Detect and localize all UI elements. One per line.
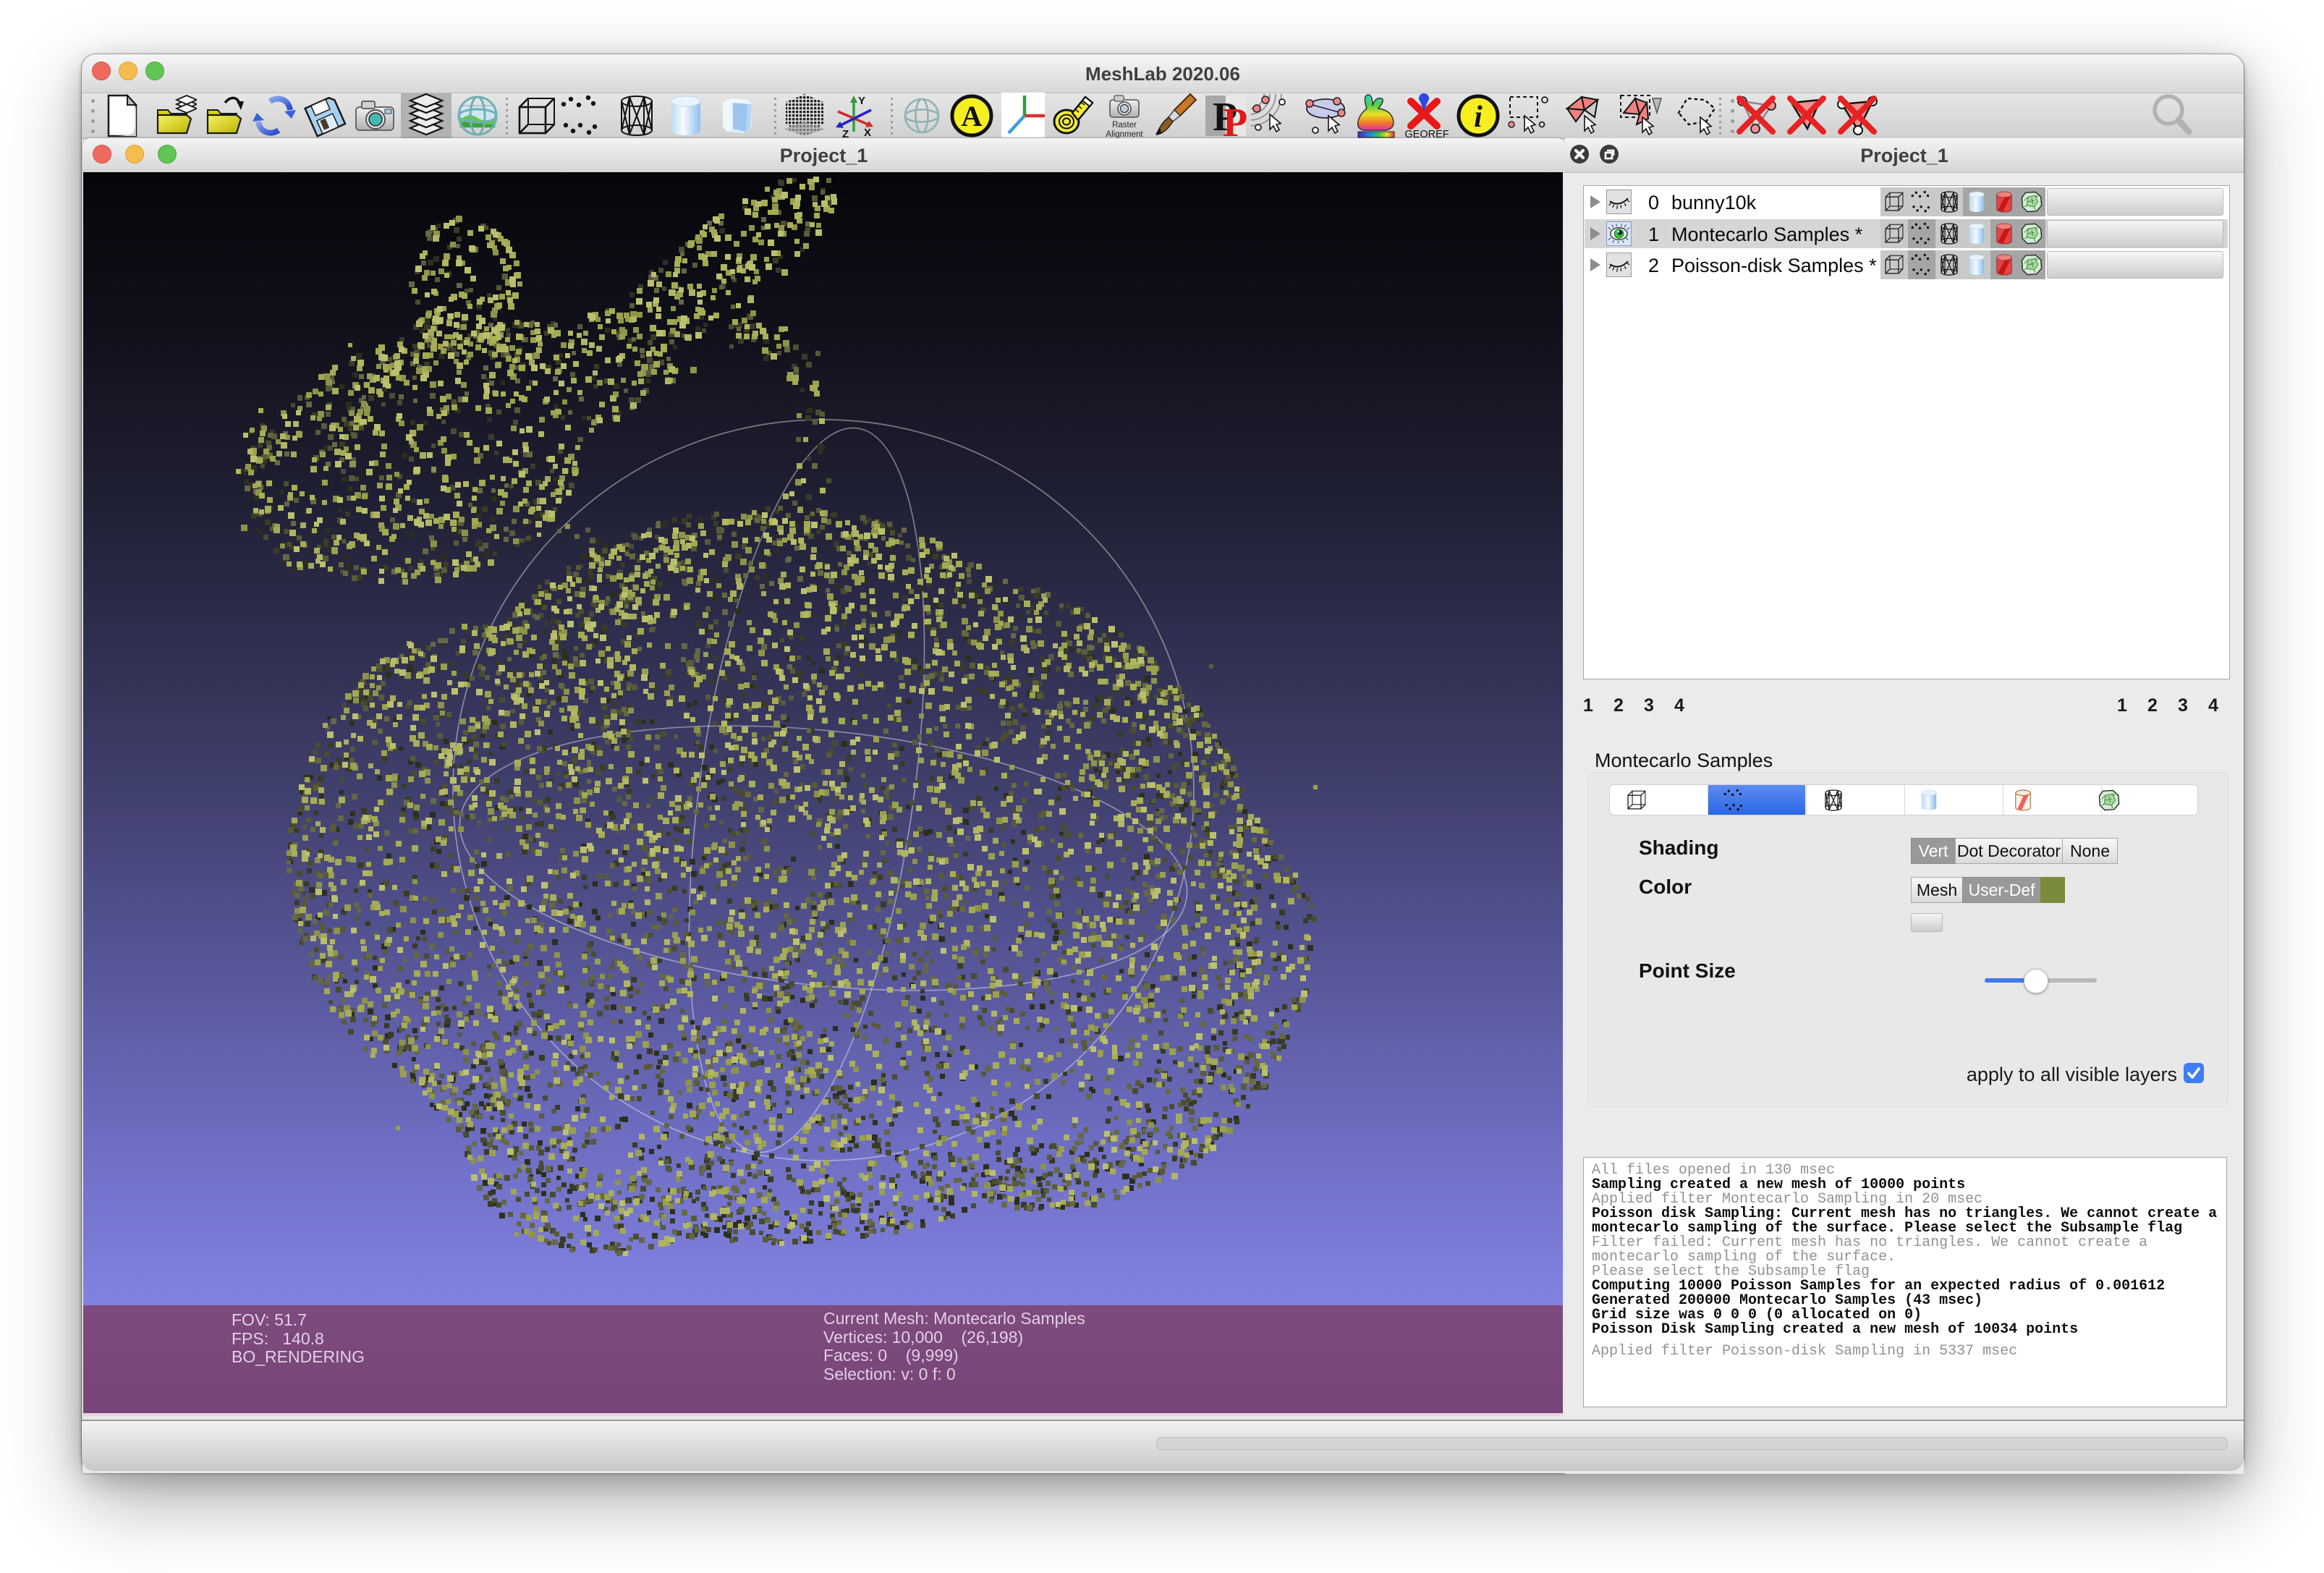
svg-text:A: A <box>962 100 983 132</box>
svg-text:Y: Y <box>858 95 865 107</box>
svg-text:P: P <box>1223 101 1247 139</box>
svg-text:X: X <box>864 127 871 139</box>
svg-text:Raster: Raster <box>1112 121 1137 130</box>
svg-text:Z: Z <box>842 128 849 139</box>
svg-text:GEOREF: GEOREF <box>1404 129 1449 139</box>
svg-text:i: i <box>1474 101 1483 134</box>
